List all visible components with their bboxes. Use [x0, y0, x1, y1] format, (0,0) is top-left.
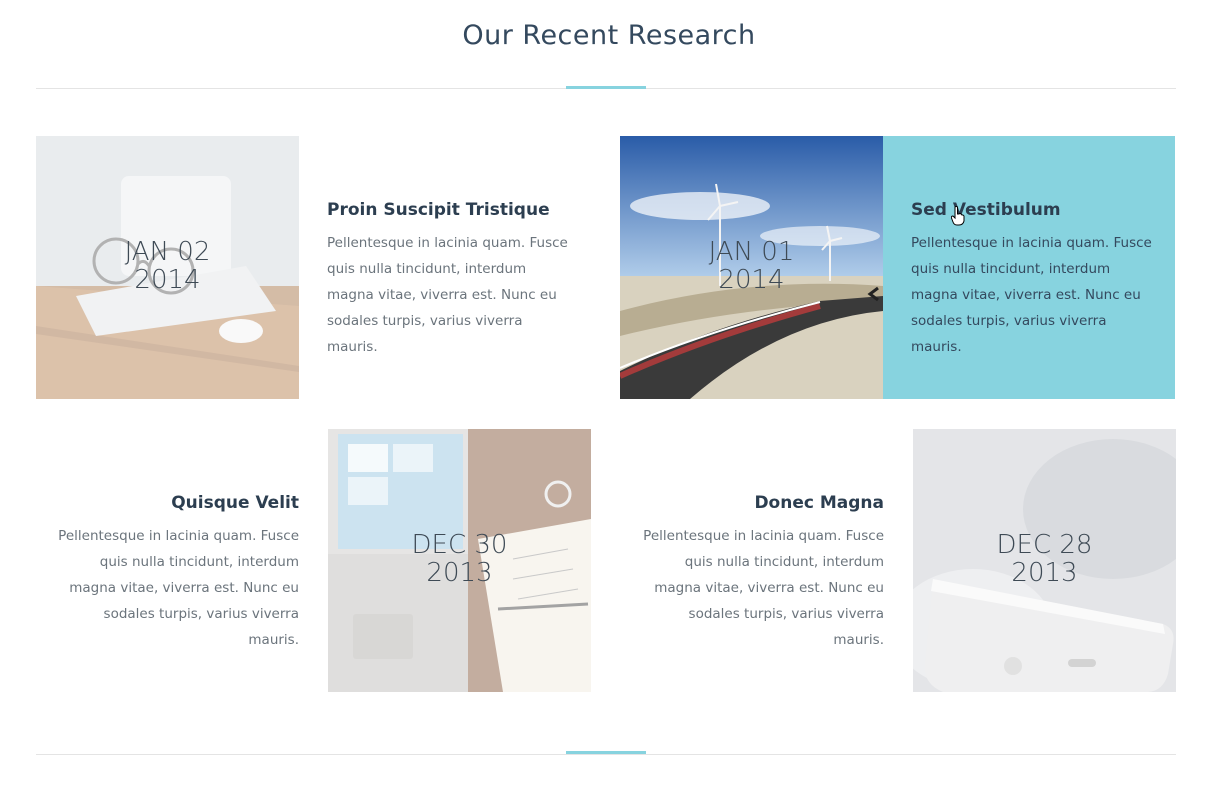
divider-bottom-accent — [566, 751, 646, 754]
post-excerpt: Pellentesque in lacinia quam. Fusce quis… — [58, 528, 299, 648]
date-year: 2014 — [718, 265, 785, 295]
post-title[interactable]: Proin Suscipit Tristique — [327, 200, 569, 220]
research-card-4-image[interactable]: DEC 28 2013 — [913, 429, 1176, 692]
date-month-day: JAN 02 — [124, 237, 211, 267]
date-year: 2013 — [426, 558, 493, 588]
research-card-1-info: Proin Suscipit Tristique Pellentesque in… — [299, 136, 591, 399]
date-month-day: DEC 30 — [411, 530, 508, 560]
research-card-2-image[interactable]: JAN 01 2014 — [620, 136, 883, 399]
research-card-3-info: Quisque Velit Pellentesque in lacinia qu… — [36, 429, 299, 692]
post-excerpt: Pellentesque in lacinia quam. Fusce quis… — [327, 235, 568, 355]
post-excerpt: Pellentesque in lacinia quam. Fusce quis… — [643, 528, 884, 648]
date-month-day: DEC 28 — [996, 530, 1093, 560]
research-card-3-image[interactable]: DEC 30 2013 — [328, 429, 591, 692]
date-year: 2014 — [134, 265, 201, 295]
date-month-day: JAN 01 — [708, 237, 795, 267]
divider-bottom — [36, 754, 1176, 755]
section-title: Our Recent Research — [462, 20, 756, 51]
post-date: DEC 28 2013 — [913, 531, 1176, 587]
divider-top-accent — [566, 86, 646, 89]
post-date: JAN 02 2014 — [36, 238, 299, 294]
hand-pointer-icon — [951, 206, 965, 226]
post-title[interactable]: Donec Magna — [642, 493, 884, 513]
date-year: 2013 — [1011, 558, 1078, 588]
research-card-2-info: Sed Vestibulum Pellentesque in lacinia q… — [883, 136, 1175, 399]
post-date: DEC 30 2013 — [328, 531, 591, 587]
post-date: JAN 01 2014 — [620, 238, 883, 294]
research-card-1-image[interactable]: JAN 02 2014 — [36, 136, 299, 399]
post-excerpt: Pellentesque in lacinia quam. Fusce quis… — [911, 235, 1152, 355]
research-card-4-info: Donec Magna Pellentesque in lacinia quam… — [620, 429, 884, 692]
post-title[interactable]: Quisque Velit — [58, 493, 299, 513]
post-title[interactable]: Sed Vestibulum — [911, 200, 1153, 220]
